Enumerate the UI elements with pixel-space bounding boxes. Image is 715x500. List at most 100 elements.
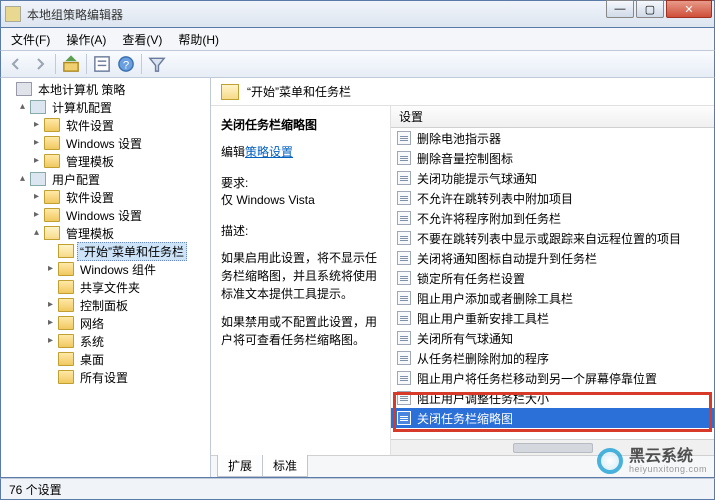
folder-open-icon xyxy=(221,84,239,100)
folder-icon xyxy=(44,190,60,204)
tree-item[interactable]: ▸Windows 设置 xyxy=(31,134,210,152)
tree-root[interactable]: ▸ 本地计算机 策略 xyxy=(3,80,210,98)
list-item[interactable]: 删除电池指示器 xyxy=(391,128,714,148)
list-item-label: 阻止用户将任务栏移动到另一个屏幕停靠位置 xyxy=(417,370,657,387)
list-item-label: 锁定所有任务栏设置 xyxy=(417,270,525,287)
scroll-thumb[interactable] xyxy=(513,443,593,453)
list-item[interactable]: 关闭任务栏缩略图 xyxy=(391,408,714,428)
setting-icon xyxy=(397,391,411,405)
tree-item[interactable]: ▸系统 xyxy=(45,332,210,350)
maximize-button[interactable]: ▢ xyxy=(636,0,664,18)
setting-icon xyxy=(397,251,411,265)
config-icon xyxy=(30,172,46,186)
list-item-label: 关闭将通知图标自动提升到任务栏 xyxy=(417,250,597,267)
settings-list-pane: 设置 删除电池指示器删除音量控制图标关闭功能提示气球通知不允许在跳转列表中附加项… xyxy=(391,106,714,455)
folder-open-icon xyxy=(58,244,74,258)
list-item[interactable]: 删除音量控制图标 xyxy=(391,148,714,168)
minimize-button[interactable]: — xyxy=(606,0,634,18)
list-item-label: 删除电池指示器 xyxy=(417,130,501,147)
list-item[interactable]: 从任务栏删除附加的程序 xyxy=(391,348,714,368)
tree-start-taskbar[interactable]: ▸“开始”菜单和任务栏 xyxy=(45,242,210,260)
tree-item[interactable]: ▸Windows 设置 xyxy=(31,206,210,224)
tree-computer-config[interactable]: ▴ 计算机配置 xyxy=(17,98,210,116)
list-item[interactable]: 关闭将通知图标自动提升到任务栏 xyxy=(391,248,714,268)
menu-file[interactable]: 文件(F) xyxy=(5,29,56,50)
help-button[interactable]: ? xyxy=(115,53,137,75)
folder-icon xyxy=(58,280,74,294)
list-item-label: 阻止用户添加或者删除工具栏 xyxy=(417,290,573,307)
up-button[interactable] xyxy=(60,53,82,75)
list-item[interactable]: 不要在跳转列表中显示或跟踪来自远程位置的项目 xyxy=(391,228,714,248)
computer-icon xyxy=(16,82,32,96)
menu-view[interactable]: 查看(V) xyxy=(116,29,168,50)
forward-button[interactable] xyxy=(29,53,51,75)
list-item[interactable]: 阻止用户调整任务栏大小 xyxy=(391,388,714,408)
policy-title: 关闭任务栏缩略图 xyxy=(221,116,380,133)
list-item[interactable]: 阻止用户添加或者删除工具栏 xyxy=(391,288,714,308)
content-pane: “开始”菜单和任务栏 关闭任务栏缩略图 编辑策略设置 要求: 仅 Windows… xyxy=(211,78,714,477)
requirements-label: 要求: xyxy=(221,174,380,191)
list-item-label: 删除音量控制图标 xyxy=(417,150,513,167)
tree-item[interactable]: ▸管理模板 xyxy=(31,152,210,170)
tree-item[interactable]: ▸所有设置 xyxy=(45,368,210,386)
list-item[interactable]: 不允许将程序附加到任务栏 xyxy=(391,208,714,228)
folder-icon xyxy=(44,208,60,222)
list-item[interactable]: 不允许在跳转列表中附加项目 xyxy=(391,188,714,208)
back-button[interactable] xyxy=(5,53,27,75)
setting-icon xyxy=(397,371,411,385)
collapse-icon[interactable]: ▴ xyxy=(31,228,42,239)
tree-item[interactable]: ▸Windows 组件 xyxy=(45,260,210,278)
edit-policy-link[interactable]: 策略设置 xyxy=(245,145,293,159)
tree-pane[interactable]: ▸ 本地计算机 策略 ▴ 计算机配置 ▸软件设置 ▸Windows 设置 xyxy=(1,78,211,477)
list-item[interactable]: 关闭所有气球通知 xyxy=(391,328,714,348)
filter-button[interactable] xyxy=(146,53,168,75)
description-label: 描述: xyxy=(221,222,380,239)
settings-list[interactable]: 删除电池指示器删除音量控制图标关闭功能提示气球通知不允许在跳转列表中附加项目不允… xyxy=(391,128,714,439)
list-item-label: 从任务栏删除附加的程序 xyxy=(417,350,549,367)
folder-icon xyxy=(44,118,60,132)
tab-extended[interactable]: 扩展 xyxy=(217,455,263,477)
close-button[interactable]: ✕ xyxy=(666,0,712,18)
setting-icon xyxy=(397,211,411,225)
toolbar-sep xyxy=(86,54,87,74)
tree-item[interactable]: ▸控制面板 xyxy=(45,296,210,314)
folder-icon xyxy=(58,370,74,384)
description-text: 如果禁用或不配置此设置，用户将可查看任务栏缩略图。 xyxy=(221,313,380,349)
setting-icon xyxy=(397,171,411,185)
status-text: 76 个设置 xyxy=(9,481,62,498)
setting-icon xyxy=(397,271,411,285)
list-item-label: 阻止用户重新安排工具栏 xyxy=(417,310,549,327)
list-item[interactable]: 阻止用户将任务栏移动到另一个屏幕停靠位置 xyxy=(391,368,714,388)
list-item[interactable]: 锁定所有任务栏设置 xyxy=(391,268,714,288)
tab-standard[interactable]: 标准 xyxy=(262,455,308,477)
svg-text:?: ? xyxy=(123,59,129,71)
description-text: 如果启用此设置，将不显示任务栏缩略图，并且系统将使用标准文本提供工具提示。 xyxy=(221,249,380,303)
toolbar-sep xyxy=(55,54,56,74)
folder-icon xyxy=(58,334,74,348)
content-title: “开始”菜单和任务栏 xyxy=(247,83,351,100)
tree-user-config[interactable]: ▴ 用户配置 xyxy=(17,170,210,188)
list-item[interactable]: 阻止用户重新安排工具栏 xyxy=(391,308,714,328)
tree-item[interactable]: ▸网络 xyxy=(45,314,210,332)
titlebar: 本地组策略编辑器 — ▢ ✕ xyxy=(0,0,715,28)
menubar: 文件(F) 操作(A) 查看(V) 帮助(H) xyxy=(0,28,715,50)
tree-item[interactable]: ▸软件设置 xyxy=(31,116,210,134)
properties-button[interactable] xyxy=(91,53,113,75)
collapse-icon[interactable]: ▴ xyxy=(17,174,28,185)
tree-item[interactable]: ▸桌面 xyxy=(45,350,210,368)
collapse-icon[interactable]: ▴ xyxy=(17,102,28,113)
tree-admin-templates[interactable]: ▴管理模板 xyxy=(31,224,210,242)
statusbar: 76 个设置 xyxy=(0,478,715,500)
menu-help[interactable]: 帮助(H) xyxy=(172,29,225,50)
toolbar: ? xyxy=(0,50,715,78)
folder-icon xyxy=(58,298,74,312)
menu-action[interactable]: 操作(A) xyxy=(60,29,112,50)
list-item[interactable]: 关闭功能提示气球通知 xyxy=(391,168,714,188)
list-column-header[interactable]: 设置 xyxy=(391,106,714,128)
list-item-label: 关闭所有气球通知 xyxy=(417,330,513,347)
horizontal-scrollbar[interactable] xyxy=(391,439,714,455)
setting-icon xyxy=(397,331,411,345)
tree-item[interactable]: ▸共享文件夹 xyxy=(45,278,210,296)
tree-item[interactable]: ▸软件设置 xyxy=(31,188,210,206)
view-tabs: 扩展 标准 xyxy=(211,455,714,477)
